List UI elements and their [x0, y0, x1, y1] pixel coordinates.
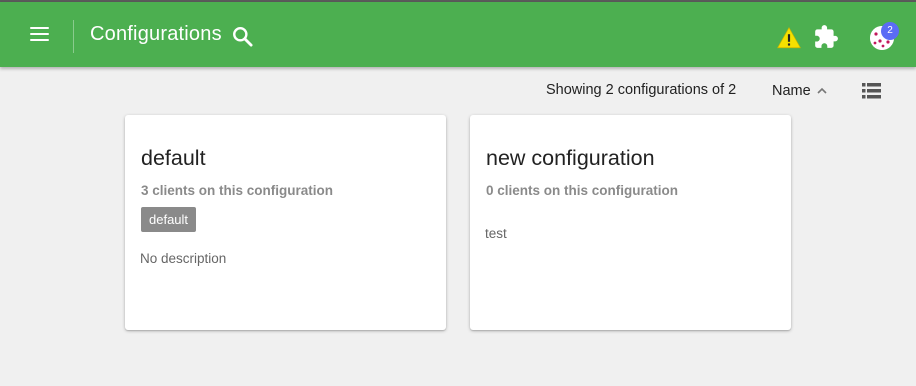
warning-icon — [777, 27, 801, 49]
plugins-button[interactable] — [813, 24, 839, 50]
card-description: test — [485, 226, 507, 241]
header-divider — [73, 20, 74, 53]
menu-icon-bar — [30, 27, 49, 30]
tag-chip[interactable]: default — [141, 207, 197, 232]
notification-badge: 2 — [881, 22, 899, 40]
card-title: default — [141, 146, 206, 170]
configuration-card[interactable]: default 3 clients on this configuration … — [125, 115, 446, 330]
page-title: Configurations — [90, 23, 222, 45]
puzzle-icon — [815, 25, 838, 48]
menu-icon-bar — [30, 33, 49, 36]
card-clients-count: 3 clients on this configuration — [141, 183, 334, 198]
list-view-icon — [862, 83, 881, 99]
chevron-up-icon — [817, 87, 827, 94]
menu-button[interactable] — [22, 22, 56, 48]
sort-label: Name — [772, 83, 811, 99]
menu-icon-bar — [30, 39, 49, 42]
results-count: Showing 2 configurations of 2 — [546, 82, 737, 98]
card-description: No description — [140, 251, 227, 266]
search-icon — [233, 27, 253, 47]
app-bar: Configurations 2 — [0, 2, 916, 67]
search-button[interactable] — [230, 24, 256, 50]
list-view-button[interactable] — [859, 80, 885, 102]
card-title: new configuration — [486, 146, 655, 170]
configuration-card[interactable]: new configuration 0 clients on this conf… — [470, 115, 791, 330]
warning-button[interactable] — [776, 25, 802, 51]
card-clients-count: 0 clients on this configuration — [486, 183, 679, 198]
user-menu-button[interactable]: 2 — [867, 22, 899, 53]
sort-button[interactable]: Name — [772, 80, 830, 102]
